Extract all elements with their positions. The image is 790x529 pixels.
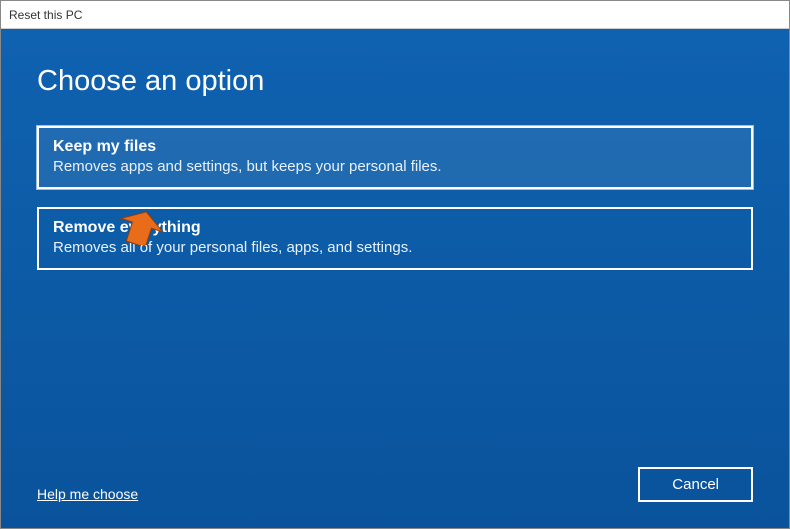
option-description: Removes all of your personal files, apps… <box>53 239 737 256</box>
reset-pc-dialog: Reset this PC Choose an option Keep my f… <box>0 0 790 529</box>
cancel-button[interactable]: Cancel <box>638 467 753 502</box>
keep-my-files-option[interactable]: Keep my files Removes apps and settings,… <box>37 126 753 189</box>
help-me-choose-link[interactable]: Help me choose <box>37 486 138 502</box>
window-title: Reset this PC <box>9 8 82 22</box>
dialog-footer: Help me choose Cancel <box>37 447 753 508</box>
option-title: Keep my files <box>53 138 737 156</box>
remove-everything-option[interactable]: Remove everything Removes all of your pe… <box>37 207 753 270</box>
page-heading: Choose an option <box>37 65 753 98</box>
options-list: Keep my files Removes apps and settings,… <box>37 126 753 270</box>
dialog-content: Choose an option Keep my files Removes a… <box>1 29 789 528</box>
option-title: Remove everything <box>53 219 737 237</box>
option-description: Removes apps and settings, but keeps you… <box>53 158 737 175</box>
titlebar: Reset this PC <box>1 1 789 29</box>
